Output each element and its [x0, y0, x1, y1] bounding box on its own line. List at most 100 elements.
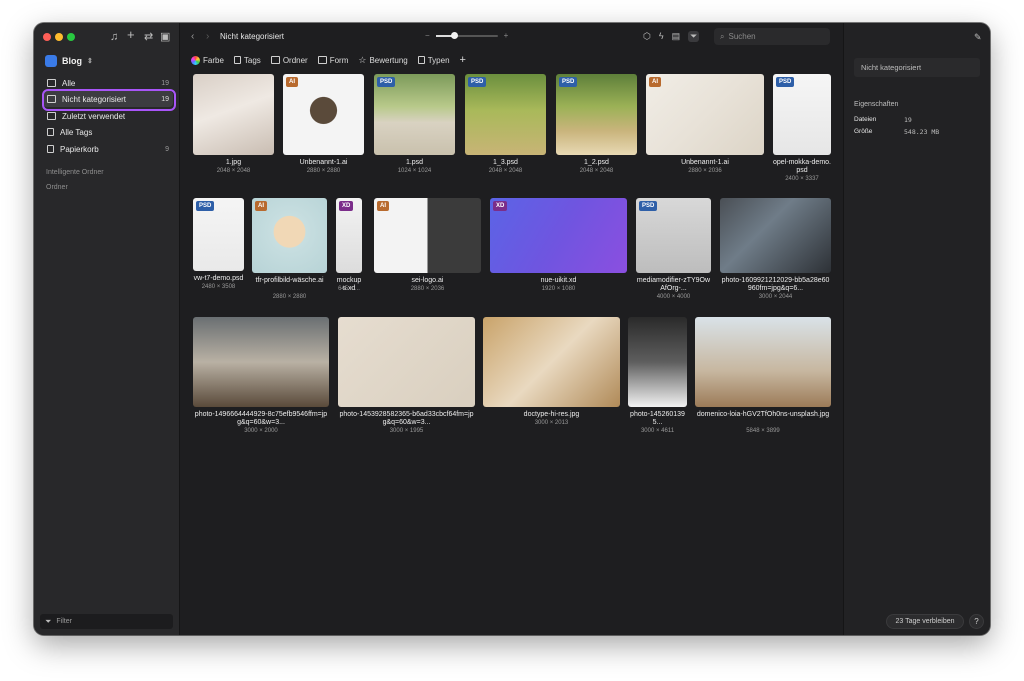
asset-thumbnail[interactable] [193, 317, 329, 407]
filter-folder-button[interactable]: Ordner [270, 55, 308, 65]
asset-thumbnail[interactable] [338, 317, 475, 407]
filter-rating-button[interactable]: ☆ Bewertung [358, 55, 407, 66]
asset-filename: photo-1452601395... [630, 411, 685, 426]
asset-dimensions: 2048 × 2048 [488, 168, 523, 174]
minimize-window-button[interactable] [55, 33, 63, 41]
asset-thumbnail[interactable]: PSD [374, 74, 455, 155]
search-input[interactable]: ⌕ Suchen [714, 28, 830, 45]
folders-heading[interactable]: Ordner [46, 184, 68, 191]
asset-filename: 1.jpg [225, 159, 242, 166]
smart-folders-heading[interactable]: Intelligente Ordner [46, 169, 104, 176]
zoom-slider[interactable] [435, 31, 498, 39]
asset-dimensions: 3000 × 2013 [534, 420, 569, 426]
bell-icon[interactable]: ♫ [110, 30, 118, 44]
asset-thumbnail[interactable]: PSD [556, 74, 637, 155]
filter-icon[interactable]: ⏷ [688, 31, 700, 42]
asset-thumbnail[interactable]: PSD [636, 198, 711, 273]
asset-filename: Unbenannt-1.ai [681, 159, 729, 166]
filter-shape-button[interactable]: Form [317, 56, 348, 65]
search-placeholder: Suchen [728, 32, 756, 41]
asset-dimensions: 2880 × 2036 [410, 286, 445, 292]
library-icon [45, 55, 57, 67]
asset-thumbnail[interactable]: PSD [773, 74, 831, 155]
prop-value: 548.23 MB [904, 128, 940, 136]
asset-thumbnail[interactable] [720, 198, 831, 273]
sidebar-item-label: Zuletzt verwendet [62, 111, 126, 121]
shape-icon [317, 56, 327, 64]
asset-filename: sei-logo.ai [411, 277, 444, 284]
filter-color-button[interactable]: Farbe [191, 55, 224, 65]
asset-thumbnail[interactable] [695, 317, 831, 407]
sidebar-filter-input[interactable]: ⏷ Filter [40, 614, 173, 629]
folder-name-field[interactable]: Nicht kategorisiert [854, 58, 980, 77]
asset-thumbnail[interactable]: AI [374, 198, 481, 273]
filter-types-button[interactable]: Typen [417, 56, 450, 65]
file-type-badge: PSD [776, 77, 795, 87]
forward-arrow-icon[interactable]: › [206, 31, 209, 42]
filter-label: Farbe [203, 55, 224, 65]
asset-dimensions: 3000 × 4611 [640, 428, 675, 434]
zoom-out-button[interactable]: − [425, 31, 430, 40]
file-type-badge: PSD [377, 77, 396, 87]
sidebar-toggle-icon[interactable]: ▣ [160, 30, 170, 44]
file-type-badge: AI [377, 201, 389, 211]
asset-dimensions: 3000 × 2000 [244, 428, 278, 434]
asset-thumbnail[interactable]: XD [336, 198, 362, 273]
library-switcher[interactable]: Blog ⇕ [45, 53, 93, 69]
zoom-in-button[interactable]: + [504, 31, 509, 40]
file-type-badge: PSD [559, 77, 578, 87]
sidebar-item-count: 19 [161, 79, 169, 87]
asset-dimensions: 3000 × 1995 [389, 428, 424, 434]
zoom-slider-knob[interactable] [451, 31, 459, 39]
layout-icon[interactable]: ▤ [672, 31, 681, 42]
sidebar-item-papierkorb[interactable]: Papierkorb 9 [43, 141, 173, 157]
asset-filename: nue-uikit.xd [540, 277, 577, 284]
file-icon [417, 56, 425, 64]
add-filter-button[interactable]: + [460, 54, 466, 66]
pin-icon[interactable]: ✎ [974, 32, 982, 43]
help-button[interactable]: ? [969, 614, 984, 629]
properties-heading: Eigenschaften [854, 101, 899, 108]
asset-dimensions: 1920 × 1080 [541, 286, 576, 292]
asset-thumbnail[interactable] [628, 317, 687, 407]
sidebar-item-alle-tags[interactable]: Alle Tags [43, 124, 173, 140]
asset-filename: photo-1453928582365-b6ad33cbcf64fm=jpg&q… [339, 411, 474, 426]
asset-dimensions: 2480 × 3508 [201, 284, 236, 290]
file-type-badge: XD [339, 201, 354, 211]
bolt-icon[interactable]: ϟ [659, 31, 664, 42]
asset-thumbnail[interactable]: PSD [465, 74, 546, 155]
filter-label: Ordner [282, 55, 308, 65]
asset-thumbnail[interactable]: XD [490, 198, 627, 273]
back-arrow-icon[interactable]: ‹ [191, 31, 194, 42]
inspector-panel: ✎ Nicht kategorisiert Eigenschaften Date… [843, 23, 990, 635]
asset-dimensions: 2880 × 2036 [688, 168, 722, 174]
filter-tags-button[interactable]: Tags [233, 56, 261, 65]
asset-dimensions: 2880 × 2880 [306, 168, 341, 174]
trial-badge[interactable]: 23 Tage verbleiben [886, 614, 964, 629]
asset-thumbnail[interactable]: AI [252, 198, 327, 273]
asset-thumbnail[interactable]: PSD [193, 198, 244, 271]
asset-thumbnail[interactable]: AI [646, 74, 764, 155]
asset-thumbnail[interactable] [483, 317, 620, 407]
toolbar-icons: ⬡ ϟ ▤ ⏷ [643, 31, 700, 42]
file-type-badge: AI [286, 77, 298, 87]
filter-placeholder: Filter [56, 618, 72, 625]
share-icon[interactable]: ⬡ [643, 31, 651, 42]
add-icon[interactable]: + [127, 28, 135, 42]
asset-dimensions: 3000 × 2044 [758, 294, 793, 300]
sync-icon[interactable]: ⇄ [144, 30, 153, 44]
funnel-icon: ⏷ [45, 616, 52, 626]
sidebar-item-zuletzt-verwendet[interactable]: Zuletzt verwendet [43, 108, 173, 124]
asset-filename: 1_2.psd [584, 159, 609, 166]
asset-thumbnail[interactable]: AI [283, 74, 364, 155]
asset-thumbnail[interactable] [193, 74, 274, 155]
asset-filename: Unbenannt-1.ai [299, 159, 348, 166]
close-window-button[interactable] [43, 33, 51, 41]
asset-dimensions: 645 × ... [338, 286, 360, 292]
asset-filename: 1_3.psd [493, 159, 518, 166]
zoom-window-button[interactable] [67, 33, 75, 41]
zoom-control: − + [425, 31, 508, 40]
library-name: Blog [62, 56, 82, 66]
tag-icon [47, 128, 54, 136]
filter-label: Bewertung [369, 55, 408, 65]
